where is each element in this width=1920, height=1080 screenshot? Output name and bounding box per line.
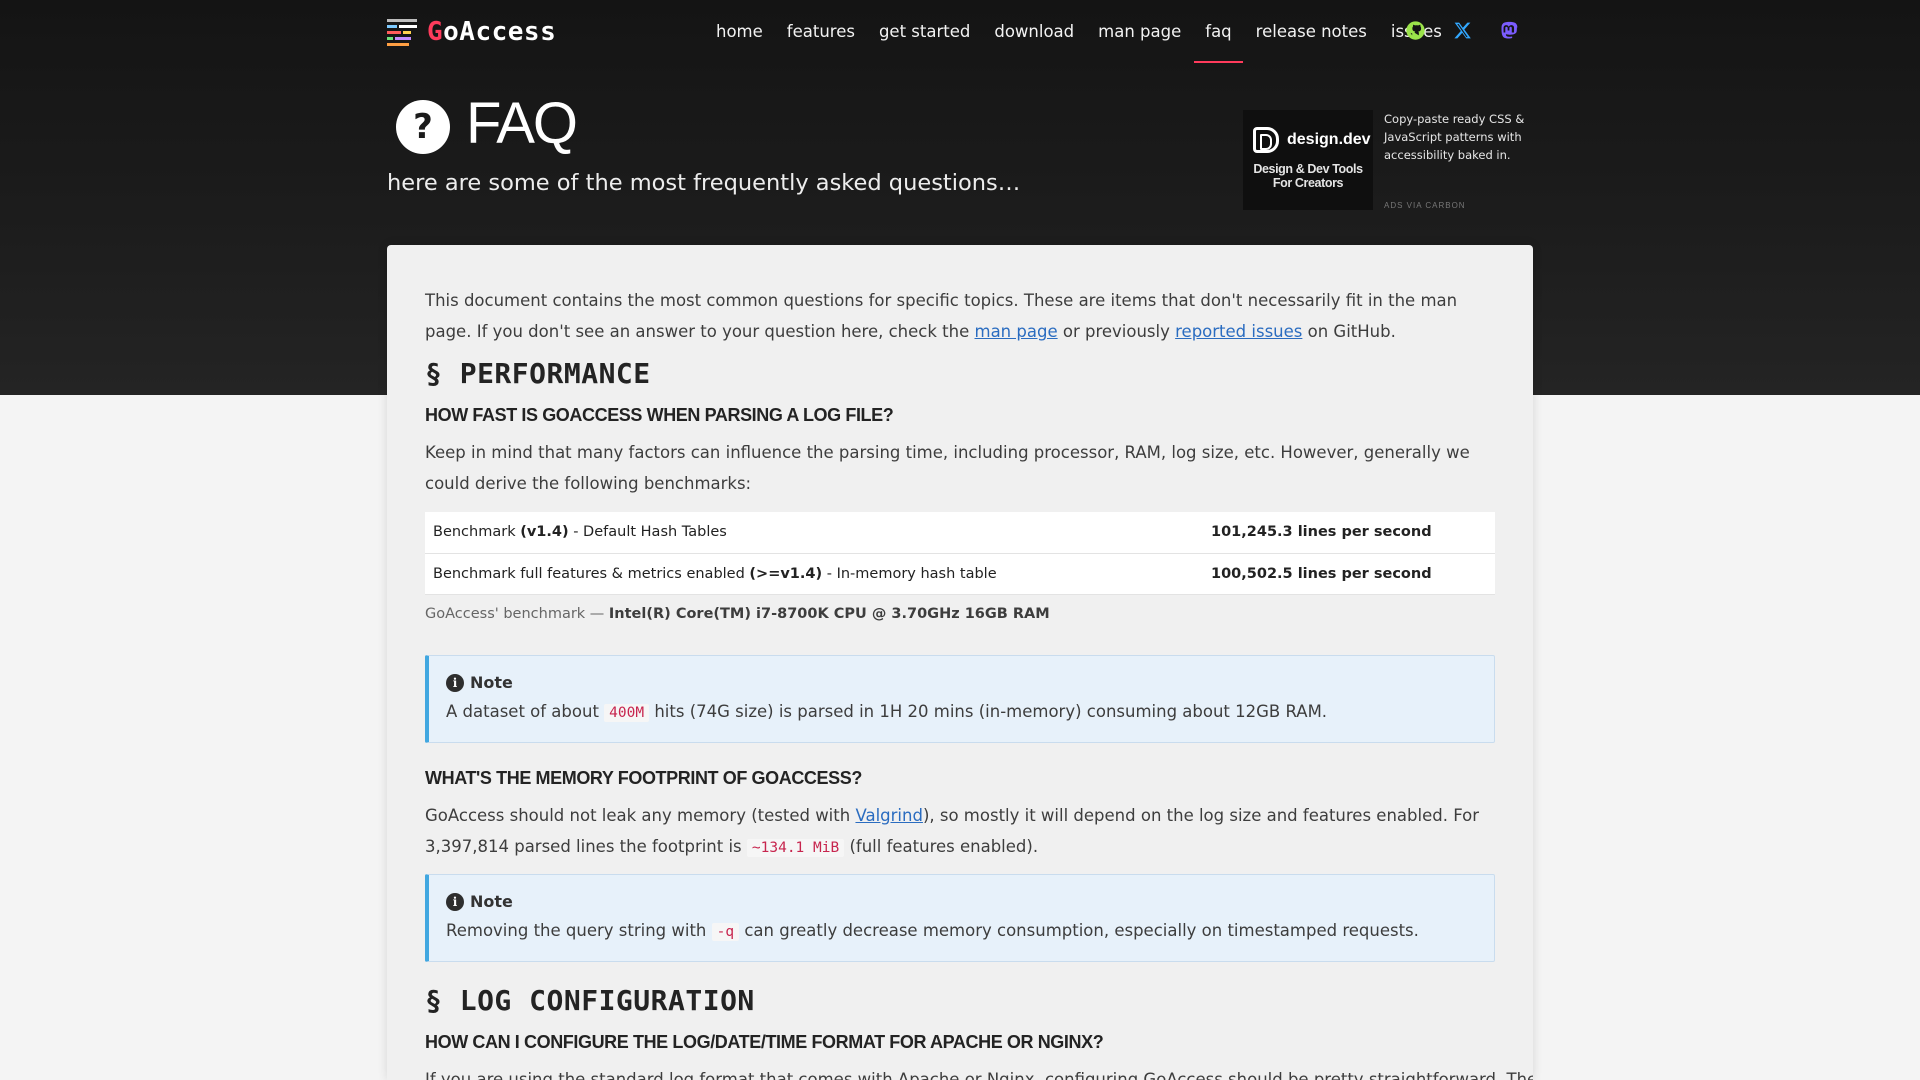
- note-query-string: i Note Removing the query string with -q…: [425, 874, 1495, 962]
- goaccess-logo-icon: [387, 17, 417, 47]
- ad-image[interactable]: design.dev Design & Dev Tools For Creato…: [1243, 110, 1373, 210]
- benchmark-table: Benchmark (v1.4) - Default Hash Tables 1…: [425, 512, 1495, 595]
- nav-link-faq[interactable]: faq: [1194, 0, 1244, 64]
- info-icon: i: [446, 892, 464, 911]
- table-row: Benchmark (v1.4) - Default Hash Tables 1…: [425, 512, 1495, 554]
- info-icon: i: [446, 673, 464, 692]
- nav-link-man-page[interactable]: man page: [1098, 0, 1181, 64]
- nav-link-features[interactable]: features: [787, 0, 855, 64]
- question-memory-footprint: WHAT'S THE MEMORY FOOTPRINT OF GOACCESS?: [425, 768, 862, 788]
- note-dataset: i Note A dataset of about 400M hits (74G…: [425, 655, 1495, 743]
- benchmark-label: Benchmark (v1.4) - Default Hash Tables: [425, 512, 1203, 554]
- logo-text: GoAccess: [427, 17, 557, 47]
- reported-issues-link[interactable]: reported issues: [1175, 322, 1302, 341]
- question-log-format: HOW CAN I CONFIGURE THE LOG/DATE/TIME FO…: [425, 1032, 1104, 1052]
- question-parsing-speed: HOW FAST IS GOACCESS WHEN PARSING A LOG …: [425, 405, 894, 425]
- page-title: FAQ: [466, 91, 578, 156]
- faq-content-card: This document contains the most common q…: [387, 245, 1533, 1080]
- nav-link-get-started[interactable]: get started: [879, 0, 970, 64]
- benchmark-value: 100,502.5 lines per second: [1203, 553, 1495, 595]
- log-format-paragraph: If you are using the standard log format…: [425, 1070, 1533, 1080]
- design-dev-logo-icon: [1253, 127, 1279, 153]
- x-icon[interactable]: [1452, 20, 1473, 41]
- note-body: Removing the query string with -q can gr…: [446, 921, 1419, 941]
- table-row: Benchmark full features & metrics enable…: [425, 553, 1495, 595]
- carbon-ad[interactable]: design.dev Design & Dev Tools For Creato…: [1243, 110, 1533, 215]
- intro-paragraph: This document contains the most common q…: [425, 291, 1458, 341]
- nav-link-download[interactable]: download: [994, 0, 1074, 64]
- nav-link-home[interactable]: home: [716, 0, 763, 64]
- man-page-link[interactable]: man page: [975, 322, 1058, 341]
- question-mark-icon: ?: [396, 100, 450, 154]
- section-title-performance: § PERFORMANCE: [425, 357, 651, 390]
- note-header: i Note: [446, 673, 513, 692]
- note-header: i Note: [446, 892, 513, 911]
- ad-copy[interactable]: Copy-paste ready CSS & JavaScript patter…: [1384, 110, 1534, 164]
- valgrind-link[interactable]: Valgrind: [855, 806, 922, 825]
- goaccess-logo[interactable]: GoAccess: [387, 17, 556, 47]
- mastodon-icon[interactable]: [1499, 20, 1520, 41]
- benchmark-caption: GoAccess' benchmark — Intel(R) Core(TM) …: [425, 606, 1050, 622]
- page-subtitle: here are some of the most frequently ask…: [387, 170, 1021, 196]
- ad-tagline: Design & Dev Tools For Creators: [1253, 162, 1363, 190]
- benchmark-value: 101,245.3 lines per second: [1203, 512, 1495, 554]
- ad-brand: design.dev: [1253, 127, 1371, 153]
- note-body: A dataset of about 400M hits (74G size) …: [446, 702, 1328, 722]
- social-icons: [1405, 20, 1520, 41]
- section-title-log-configuration: § LOG CONFIGURATION: [425, 984, 755, 1017]
- ad-via-carbon[interactable]: ADS VIA CARBON: [1384, 201, 1466, 210]
- nav-link-release-notes[interactable]: release notes: [1256, 0, 1367, 64]
- memory-footprint-paragraph: GoAccess should not leak any memory (tes…: [425, 806, 1479, 857]
- github-icon[interactable]: [1405, 20, 1426, 41]
- top-navigation: GoAccess home features get started downl…: [387, 0, 1533, 64]
- parsing-speed-paragraph: Keep in mind that many factors can influ…: [425, 443, 1470, 493]
- nav-links: home features get started download man p…: [716, 0, 1466, 64]
- benchmark-label: Benchmark full features & metrics enable…: [425, 553, 1203, 595]
